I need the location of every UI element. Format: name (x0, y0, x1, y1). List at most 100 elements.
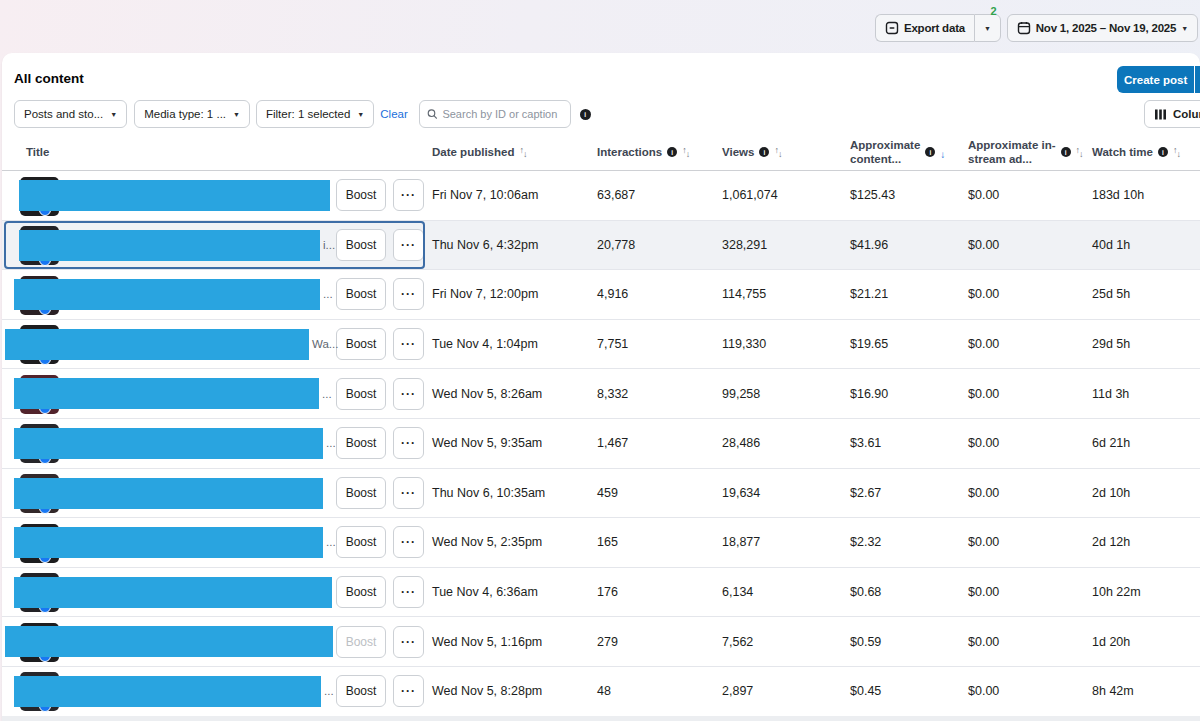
content-card: All content Create post ▼ Posts and sto.… (2, 53, 1200, 721)
cell-interactions: 165 (597, 535, 618, 549)
boost-button[interactable]: Boost (336, 179, 386, 211)
boost-button[interactable]: Boost (336, 427, 386, 459)
cell-interactions: 20,778 (597, 238, 635, 252)
column-label: Title (26, 146, 49, 158)
cell-interactions: 48 (597, 684, 611, 698)
cell-instream-ad-revenue: $0.00 (968, 436, 999, 450)
info-icon[interactable]: i (1061, 147, 1071, 157)
cell-instream-ad-revenue: $0.00 (968, 387, 999, 401)
column-header-title: Title (26, 133, 49, 171)
chevron-down-icon: ▼ (110, 111, 117, 118)
boost-button[interactable]: Boost (336, 378, 386, 410)
cell-views: 28,486 (722, 436, 760, 450)
cell-views: 6,134 (722, 585, 753, 599)
content-type-dropdown[interactable]: Posts and sto...▼ (14, 100, 127, 128)
more-options-button[interactable]: ··· (393, 378, 424, 410)
table-row[interactable]: i... Boost ··· Thu Nov 6, 4:32pm 20,778 … (2, 221, 1200, 271)
more-options-button[interactable]: ··· (393, 626, 424, 658)
create-post-options-button[interactable]: ▼ (1195, 66, 1200, 93)
boost-button[interactable]: Boost (336, 576, 386, 608)
search-input[interactable] (442, 108, 562, 120)
redacted-title (19, 230, 320, 261)
more-options-button[interactable]: ··· (393, 179, 424, 211)
column-header-interactions[interactable]: Interactionsi↑↓ (597, 133, 689, 171)
boost-button[interactable]: Boost (336, 675, 386, 707)
table-row[interactable]: ... Boost ··· Wed Nov 5, 8:28pm 48 2,897… (2, 667, 1200, 717)
info-icon[interactable]: i (925, 147, 935, 157)
media-type-dropdown[interactable]: Media type: 1 ...▼ (134, 100, 250, 128)
more-options-button[interactable]: ··· (393, 675, 424, 707)
cell-content-revenue: $21.21 (850, 287, 888, 301)
boost-button[interactable]: Boost (336, 626, 386, 658)
boost-button[interactable]: Boost (336, 278, 386, 310)
cell-watch-time: 6d 21h (1092, 436, 1130, 450)
redacted-title (14, 527, 323, 558)
table-row[interactable]: Wa... Boost ··· Tue Nov 4, 1:04pm 7,751 … (2, 320, 1200, 370)
boost-button[interactable]: Boost (336, 526, 386, 558)
more-options-button[interactable]: ··· (393, 526, 424, 558)
redacted-title (14, 577, 332, 608)
chevron-down-icon: ▼ (233, 111, 240, 118)
cell-date-published: Wed Nov 5, 8:28pm (432, 684, 542, 698)
column-header-date-published[interactable]: Date published↑↓ (432, 133, 526, 171)
boost-button[interactable]: Boost (336, 328, 386, 360)
more-options-button[interactable]: ··· (393, 576, 424, 608)
column-header-approximate-content-revenue[interactable]: Approximatecontent...i↓ (850, 133, 945, 171)
cell-date-published: Fri Nov 7, 12:00pm (432, 287, 538, 301)
table-row[interactable]: Boost ··· Tue Nov 4, 6:36am 176 6,134 $0… (2, 568, 1200, 618)
cell-content-revenue: $0.45 (850, 684, 881, 698)
cell-watch-time: 11d 3h (1092, 387, 1129, 401)
scrollbar-track[interactable] (2, 716, 1200, 721)
redacted-title (19, 180, 330, 211)
cell-views: 119,330 (722, 337, 766, 351)
table-row[interactable]: ... Boost ··· Fri Nov 7, 12:00pm 4,916 1… (2, 270, 1200, 320)
topbar: Export data ▼ 2 Nov 1, 2025 – Nov 19, 20… (875, 14, 1198, 42)
title-truncated-text: ... (326, 437, 336, 449)
title-truncated-text: ... (322, 388, 332, 400)
create-post-button[interactable]: Create post (1117, 66, 1194, 93)
more-options-button[interactable]: ··· (393, 229, 424, 261)
cell-watch-time: 25d 5h (1092, 287, 1130, 301)
cell-watch-time: 2d 10h (1092, 486, 1130, 500)
column-header-views[interactable]: Viewsi↑↓ (722, 133, 781, 171)
export-options-button[interactable]: ▼ (974, 14, 1001, 42)
filter-bar: Posts and sto...▼ Media type: 1 ...▼ Fil… (14, 100, 591, 128)
info-icon[interactable]: i (759, 147, 769, 157)
boost-button[interactable]: Boost (336, 477, 386, 509)
cell-date-published: Tue Nov 4, 6:36am (432, 585, 538, 599)
boost-button[interactable]: Boost (336, 229, 386, 261)
table-row[interactable]: Boost ··· Thu Nov 6, 10:35am 459 19,634 … (2, 469, 1200, 519)
date-range-button[interactable]: Nov 1, 2025 – Nov 19, 2025 ▼ (1007, 14, 1198, 42)
info-icon[interactable]: i (580, 109, 591, 120)
column-header-watch-time[interactable]: Watch time i ↑↓ (1092, 133, 1180, 171)
info-icon[interactable]: i (667, 147, 677, 157)
table-row[interactable]: Boost ··· Wed Nov 5, 1:16pm 279 7,562 $0… (2, 617, 1200, 667)
column-label: Watch time (1092, 146, 1153, 158)
table-row[interactable]: ... Boost ··· Wed Nov 5, 8:26am 8,332 99… (2, 369, 1200, 419)
cell-watch-time: 40d 1h (1092, 238, 1130, 252)
export-data-button[interactable]: Export data (875, 14, 974, 42)
date-range-label: Nov 1, 2025 – Nov 19, 2025 (1036, 22, 1177, 34)
clear-filters-link[interactable]: Clear (380, 108, 407, 120)
sort-icon: ↑↓ (1076, 147, 1083, 157)
table-row[interactable]: ... Boost ··· Wed Nov 5, 2:35pm 165 18,8… (2, 518, 1200, 568)
page-title: All content (14, 71, 84, 86)
more-options-button[interactable]: ··· (393, 427, 424, 459)
cell-views: 18,877 (722, 535, 760, 549)
column-header-approximate-instream-ad[interactable]: Approximate in-stream ad...i↑↓ (968, 133, 1083, 171)
sort-icon: ↑↓ (1173, 147, 1180, 157)
redacted-title (5, 329, 309, 360)
cell-instream-ad-revenue: $0.00 (968, 287, 999, 301)
table-row[interactable]: Boost ··· Fri Nov 7, 10:06am 63,687 1,06… (2, 171, 1200, 221)
search-icon (427, 108, 438, 120)
cell-instream-ad-revenue: $0.00 (968, 684, 999, 698)
filter-dropdown[interactable]: Filter: 1 selected▼ (256, 100, 374, 128)
more-options-button[interactable]: ··· (393, 278, 424, 310)
table-row[interactable]: ... Boost ··· Wed Nov 5, 9:35am 1,467 28… (2, 419, 1200, 469)
more-options-button[interactable]: ··· (393, 477, 424, 509)
cell-interactions: 1,467 (597, 436, 628, 450)
columns-button[interactable]: Columns (1144, 100, 1200, 128)
more-options-button[interactable]: ··· (393, 328, 424, 360)
info-icon[interactable]: i (1158, 147, 1168, 157)
search-box (419, 100, 571, 128)
